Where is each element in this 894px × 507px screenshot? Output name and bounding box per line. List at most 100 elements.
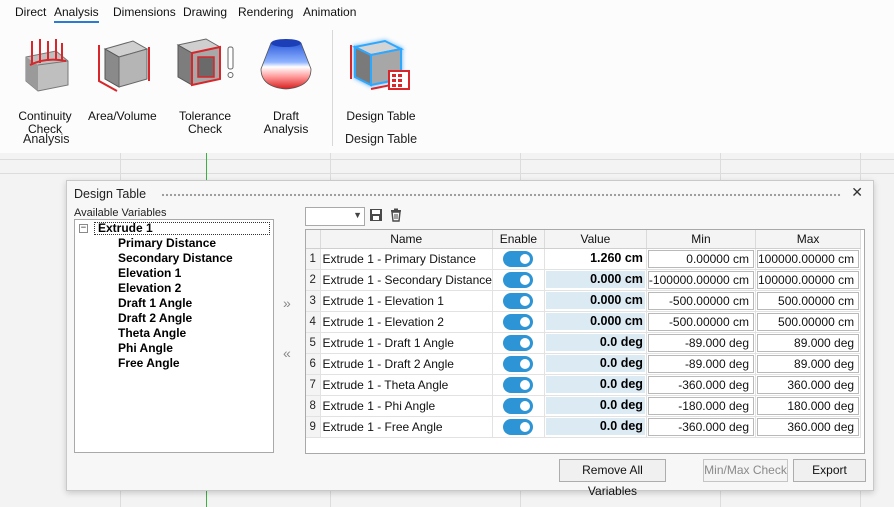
table-row[interactable]: 8 Extrude 1 - Phi Angle 0.0 deg -180.000 de… — [306, 395, 862, 417]
enable-toggle[interactable] — [503, 334, 534, 351]
variable-name-cell[interactable]: Extrude 1 - Theta Angle — [320, 374, 493, 396]
tree-item-secondary-distance[interactable]: Secondary Distance — [118, 251, 233, 265]
table-row[interactable]: 4 Extrude 1 - Elevation 2 0.000 cm -500.000… — [306, 311, 862, 333]
remove-variable-arrow[interactable]: « — [283, 345, 291, 361]
max-field[interactable]: 360.000 deg — [757, 417, 860, 436]
design-table-button[interactable]: Design Table — [343, 35, 419, 135]
value-field[interactable]: 0.0 deg — [545, 334, 645, 351]
max-field[interactable]: 89.000 deg — [757, 354, 860, 373]
row-number[interactable]: 3 — [306, 290, 321, 312]
max-field[interactable]: 500.00000 cm — [757, 312, 860, 331]
max-cell[interactable]: 360.000 deg — [755, 374, 862, 396]
tab-rendering[interactable]: Rendering — [238, 5, 293, 19]
column-header-max[interactable]: Max — [755, 230, 862, 249]
max-cell[interactable]: 89.000 deg — [755, 332, 862, 354]
enable-cell[interactable] — [492, 353, 545, 375]
tree-item-phi-angle[interactable]: Phi Angle — [118, 341, 173, 355]
enable-cell[interactable] — [492, 374, 545, 396]
row-number[interactable]: 1 — [306, 248, 321, 270]
tree-root-extrude-1[interactable]: − Extrude 1 — [79, 222, 270, 235]
column-header-value[interactable]: Value — [544, 230, 647, 249]
min-field[interactable]: -500.00000 cm — [647, 312, 754, 331]
tree-item-elevation-2[interactable]: Elevation 2 — [118, 281, 181, 295]
enable-toggle[interactable] — [503, 376, 534, 393]
value-field[interactable]: 0.0 deg — [545, 397, 645, 414]
enable-cell[interactable] — [492, 269, 545, 291]
tab-drawing[interactable]: Drawing — [183, 5, 227, 19]
minmax-check-button[interactable]: Min/Max Check — [703, 459, 788, 482]
add-variable-arrow[interactable]: » — [283, 295, 291, 311]
remove-all-variables-button[interactable]: Remove All Variables — [559, 459, 666, 498]
value-field[interactable]: 0.000 cm — [545, 271, 645, 288]
min-field[interactable]: -360.000 deg — [647, 417, 754, 436]
value-cell[interactable]: 0.0 deg — [544, 332, 647, 354]
min-field[interactable]: -500.00000 cm — [647, 291, 754, 310]
value-field[interactable]: 0.0 deg — [545, 355, 645, 372]
row-number[interactable]: 2 — [306, 269, 321, 291]
table-row[interactable]: 7 Extrude 1 - Theta Angle 0.0 deg -360.000 … — [306, 374, 862, 396]
enable-cell[interactable] — [492, 332, 545, 354]
value-field[interactable]: 0.000 cm — [545, 292, 645, 309]
enable-toggle[interactable] — [503, 355, 534, 372]
continuity-check-button[interactable]: Continuity Check — [2, 35, 88, 136]
tree-item-free-angle[interactable]: Free Angle — [118, 356, 180, 370]
configuration-combo[interactable]: ▼ — [305, 207, 365, 226]
value-cell[interactable]: 0.0 deg — [544, 416, 647, 438]
max-cell[interactable]: 500.00000 cm — [755, 290, 862, 312]
area-volume-button[interactable]: Area/Volume — [88, 35, 157, 135]
enable-cell[interactable] — [492, 311, 545, 333]
row-number[interactable]: 5 — [306, 332, 321, 354]
tab-direct[interactable]: Direct — [15, 5, 46, 19]
min-cell[interactable]: -500.00000 cm — [646, 290, 757, 312]
save-icon[interactable] — [369, 208, 383, 222]
min-field[interactable]: -100000.00000 cm — [647, 270, 754, 289]
max-cell[interactable]: 500.00000 cm — [755, 311, 862, 333]
min-field[interactable]: -89.000 deg — [647, 333, 754, 352]
max-field[interactable]: 180.000 deg — [757, 396, 860, 415]
table-row[interactable]: 5 Extrude 1 - Draft 1 Angle 0.0 deg -89.000… — [306, 332, 862, 354]
min-field[interactable]: -360.000 deg — [647, 375, 754, 394]
value-field[interactable]: 1.260 cm — [545, 250, 645, 267]
max-field[interactable]: 89.000 deg — [757, 333, 860, 352]
close-icon[interactable]: ✕ — [851, 184, 863, 201]
table-row[interactable]: 6 Extrude 1 - Draft 2 Angle 0.0 deg -89.000… — [306, 353, 862, 375]
tree-root-label[interactable]: Extrude 1 — [94, 222, 270, 235]
value-cell[interactable]: 0.0 deg — [544, 395, 647, 417]
max-field[interactable]: 500.00000 cm — [757, 291, 860, 310]
value-cell[interactable]: 0.000 cm — [544, 290, 647, 312]
tab-animation[interactable]: Animation — [303, 5, 356, 19]
max-cell[interactable]: 100000.00000 cm — [755, 248, 862, 270]
column-header-min[interactable]: Min — [646, 230, 757, 249]
enable-cell[interactable] — [492, 290, 545, 312]
max-cell[interactable]: 89.000 deg — [755, 353, 862, 375]
variable-name-cell[interactable]: Extrude 1 - Draft 2 Angle — [320, 353, 493, 375]
value-field[interactable]: 0.0 deg — [545, 376, 645, 393]
delete-icon[interactable] — [389, 208, 403, 222]
table-row[interactable]: 9 Extrude 1 - Free Angle 0.0 deg -360.000 d… — [306, 416, 862, 438]
row-number[interactable]: 4 — [306, 311, 321, 333]
max-cell[interactable]: 100000.00000 cm — [755, 269, 862, 291]
tab-dimensions[interactable]: Dimensions — [113, 5, 176, 19]
variable-name-cell[interactable]: Extrude 1 - Elevation 2 — [320, 311, 493, 333]
tree-item-draft-2-angle[interactable]: Draft 2 Angle — [118, 311, 192, 325]
enable-toggle[interactable] — [503, 313, 534, 330]
enable-toggle[interactable] — [503, 271, 534, 288]
value-field[interactable]: 0.000 cm — [545, 313, 645, 330]
export-button[interactable]: Export — [793, 459, 866, 482]
variable-name-cell[interactable]: Extrude 1 - Draft 1 Angle — [320, 332, 493, 354]
min-cell[interactable]: 0.00000 cm — [646, 248, 757, 270]
min-cell[interactable]: -180.000 deg — [646, 395, 757, 417]
min-cell[interactable]: -360.000 deg — [646, 374, 757, 396]
max-field[interactable]: 360.000 deg — [757, 375, 860, 394]
tree-item-primary-distance[interactable]: Primary Distance — [118, 236, 216, 250]
tree-item-theta-angle[interactable]: Theta Angle — [118, 326, 186, 340]
value-cell[interactable]: 0.0 deg — [544, 374, 647, 396]
value-cell[interactable]: 1.260 cm — [544, 248, 647, 270]
max-cell[interactable]: 180.000 deg — [755, 395, 862, 417]
value-cell[interactable]: 0.000 cm — [544, 311, 647, 333]
tolerance-check-button[interactable]: Tolerance Check — [170, 35, 240, 136]
value-field[interactable]: 0.0 deg — [545, 418, 645, 435]
row-number[interactable]: 7 — [306, 374, 321, 396]
table-row[interactable]: 1 Extrude 1 - Primary Distance 1.260 cm 0.0… — [306, 248, 862, 270]
table-row[interactable]: 2 Extrude 1 - Secondary Distance 0.000 cm -… — [306, 269, 862, 291]
